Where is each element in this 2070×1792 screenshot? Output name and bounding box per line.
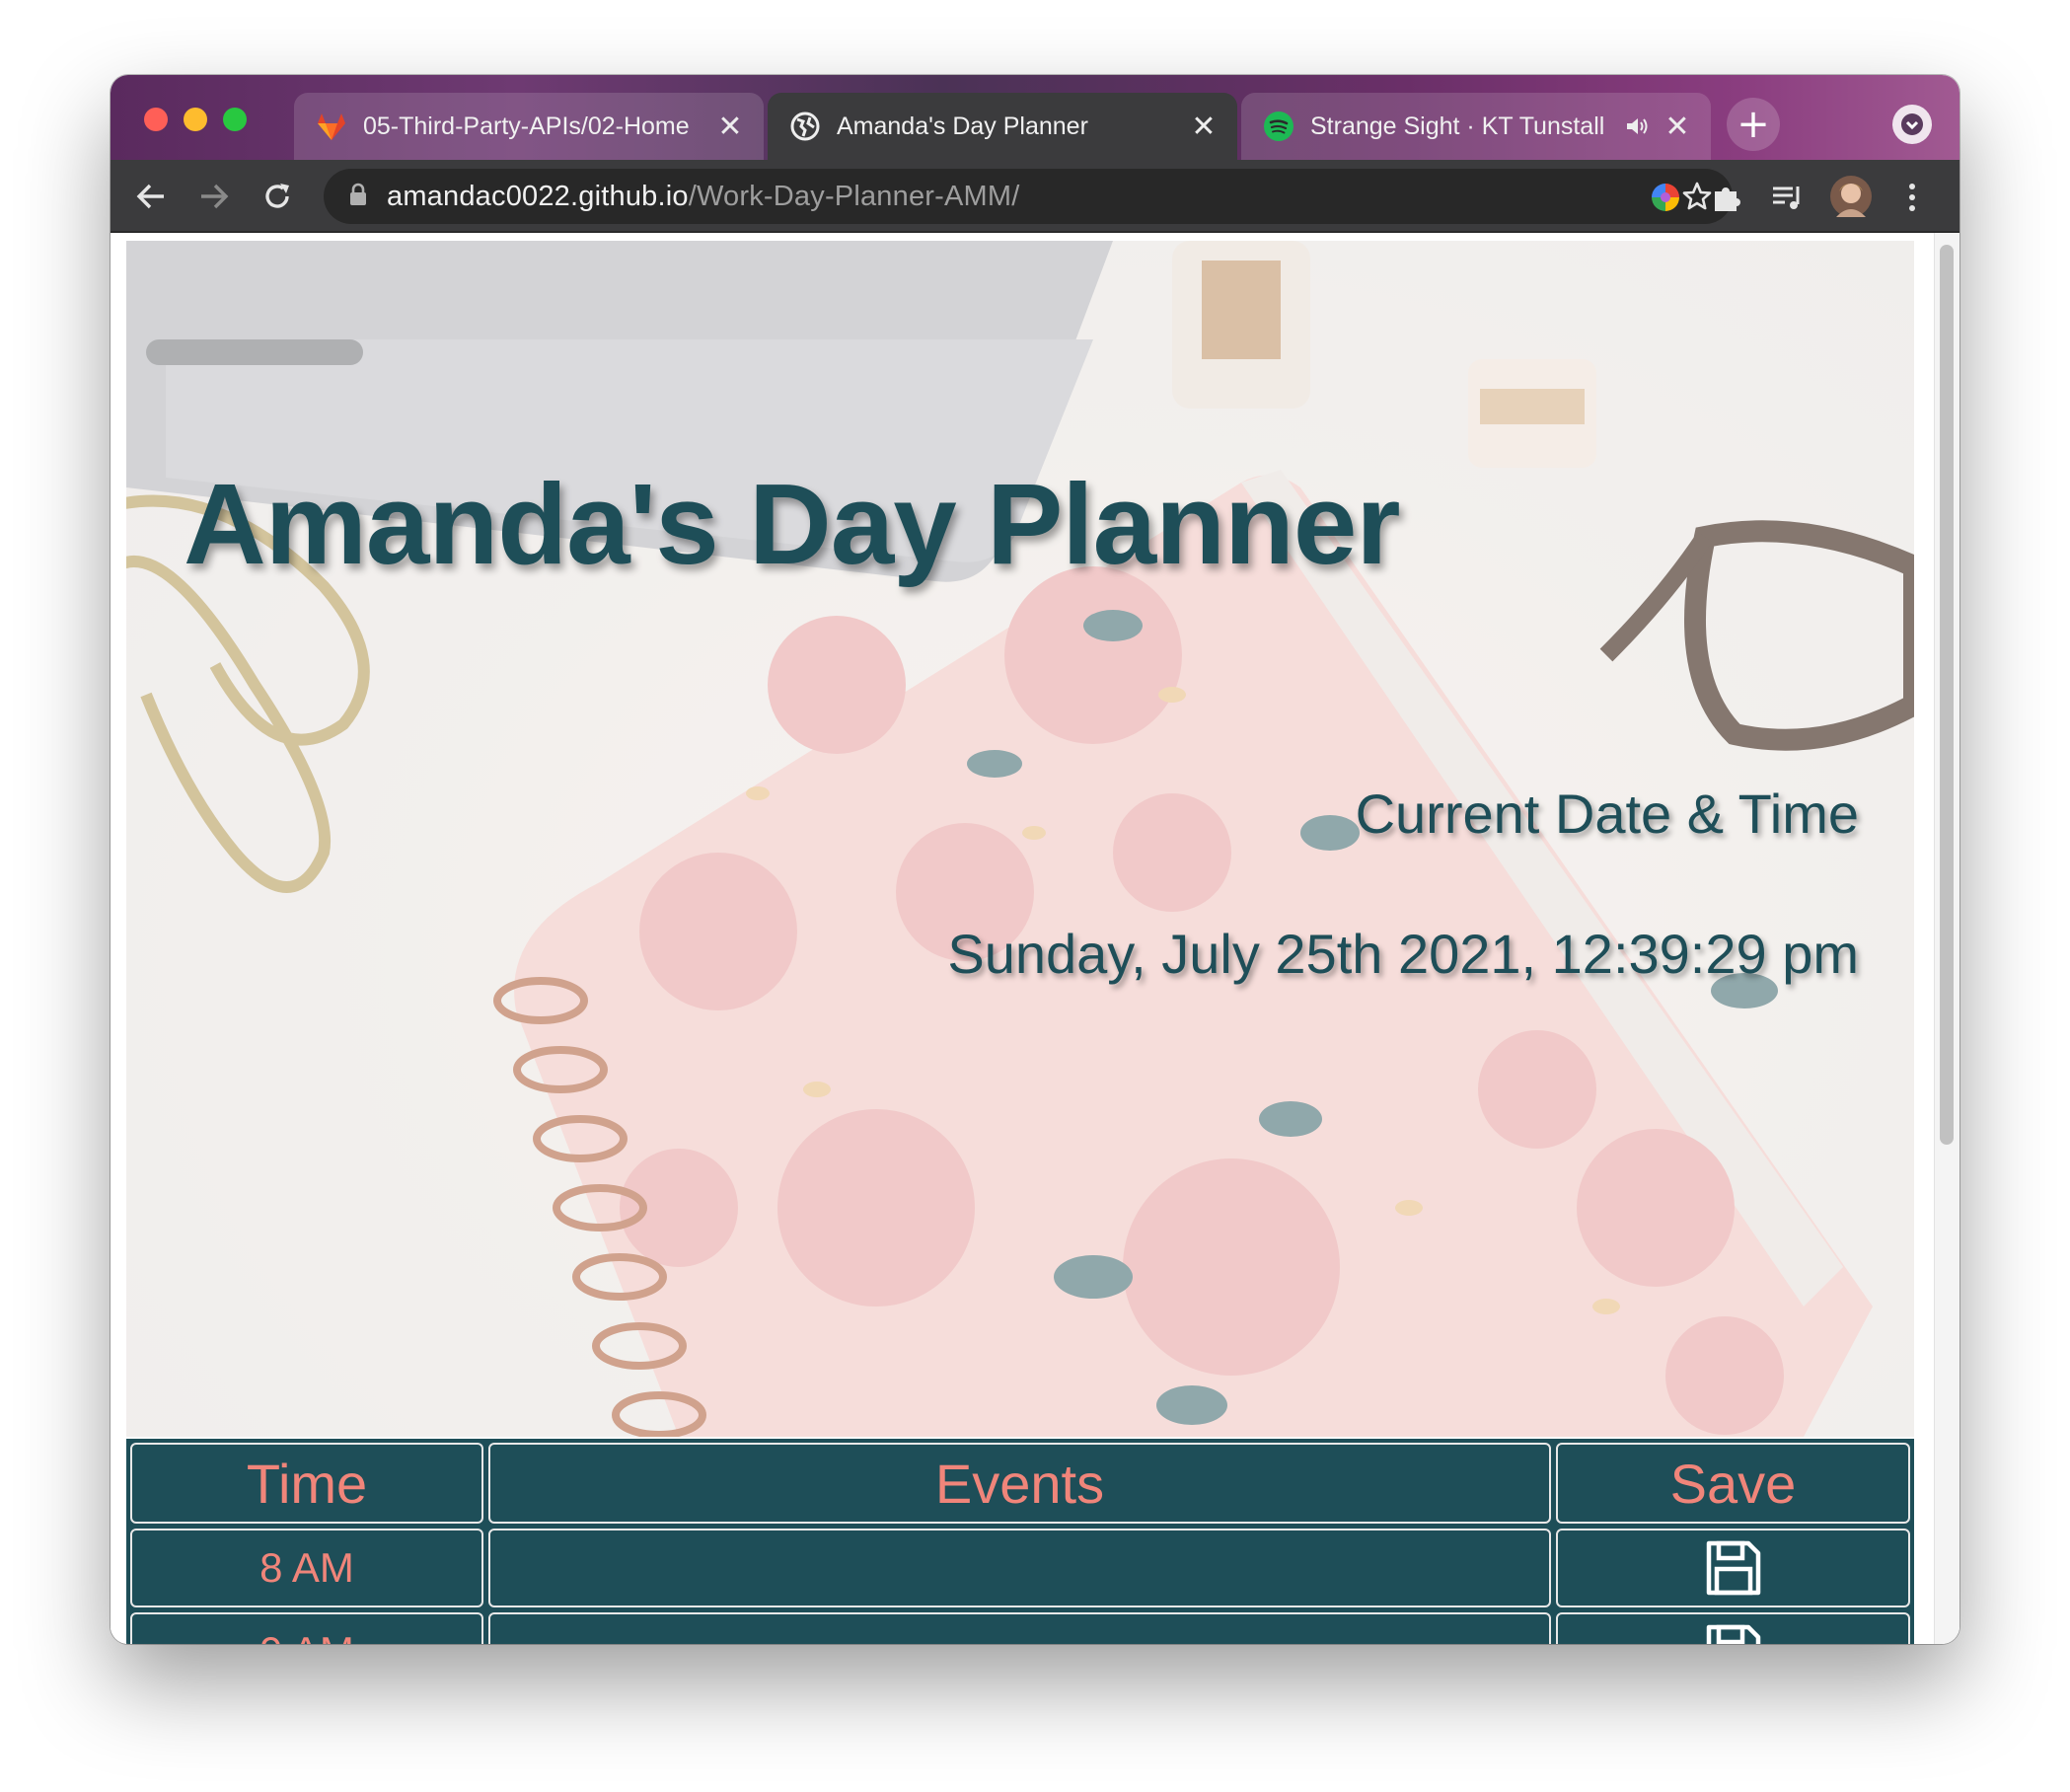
forward-button[interactable] xyxy=(191,174,237,219)
save-button[interactable] xyxy=(1556,1529,1910,1607)
page-title: Amanda's Day Planner xyxy=(184,460,1400,588)
save-button[interactable] xyxy=(1556,1612,1910,1644)
event-input[interactable] xyxy=(488,1529,1551,1607)
avatar[interactable] xyxy=(1829,175,1873,218)
hour-label: 9 AM xyxy=(130,1612,483,1644)
save-column-header: Save xyxy=(1556,1443,1910,1524)
reload-button[interactable] xyxy=(255,174,300,219)
current-datetime: Sunday, July 25th 2021, 12:39:29 pm xyxy=(947,923,1859,985)
back-button[interactable] xyxy=(128,174,174,219)
events-column-header: Events xyxy=(488,1443,1551,1524)
page-scrollbar[interactable] xyxy=(1934,233,1959,1644)
tab-spotify[interactable]: Strange Sight · KT Tunstall ✕ xyxy=(1241,93,1711,160)
event-input[interactable] xyxy=(488,1612,1551,1644)
close-tab-icon[interactable]: ✕ xyxy=(716,111,744,143)
globe-icon xyxy=(789,111,821,142)
planner-table: Time Events Save 8 AM 9 AM xyxy=(126,1439,1914,1644)
close-tab-icon[interactable]: ✕ xyxy=(1663,111,1691,143)
extensions-puzzle-icon[interactable] xyxy=(1709,180,1744,215)
scrollbar-thumb[interactable] xyxy=(1940,245,1954,1145)
page-viewport: Amanda's Day Planner Current Date & Time… xyxy=(111,233,1959,1644)
table-row: 8 AM xyxy=(130,1529,1910,1607)
url-text: amandac0022.github.io/Work-Day-Planner-A… xyxy=(387,180,1020,212)
tab-title: Amanda's Day Planner xyxy=(837,112,1088,140)
reload-icon xyxy=(265,184,289,208)
maximize-window-button[interactable] xyxy=(223,108,247,131)
current-date-label: Current Date & Time xyxy=(1355,783,1859,845)
media-queue-icon[interactable] xyxy=(1770,180,1806,215)
gitlab-icon xyxy=(316,111,347,142)
tab-title: Strange Sight · KT Tunstall xyxy=(1310,112,1605,140)
address-bar[interactable]: amandac0022.github.io/Work-Day-Planner-A… xyxy=(324,169,1733,224)
tab-search-button[interactable] xyxy=(1892,105,1932,144)
more-menu-icon[interactable] xyxy=(1894,180,1930,215)
forward-arrow-icon xyxy=(201,184,229,209)
lock-icon xyxy=(349,183,367,210)
browser-toolbar: amandac0022.github.io/Work-Day-Planner-A… xyxy=(111,160,1959,233)
hour-label: 8 AM xyxy=(130,1529,483,1607)
speaker-icon[interactable] xyxy=(1620,112,1654,140)
table-row: 9 AM xyxy=(130,1612,1910,1644)
spotify-icon xyxy=(1263,111,1294,142)
floppy-disk-icon xyxy=(1706,1624,1760,1644)
browser-window: 05-Third-Party-APIs/02-Home ✕ Amanda's D… xyxy=(111,75,1959,1644)
time-column-header: Time xyxy=(130,1443,483,1524)
color-wheel-extension-icon[interactable] xyxy=(1648,180,1683,215)
floppy-disk-icon xyxy=(1706,1540,1760,1596)
new-tab-button[interactable]: + xyxy=(1727,98,1780,151)
back-arrow-icon xyxy=(136,184,164,209)
close-tab-icon[interactable]: ✕ xyxy=(1190,111,1218,143)
tab-strip: 05-Third-Party-APIs/02-Home ✕ Amanda's D… xyxy=(111,75,1959,160)
chevron-down-icon xyxy=(1901,113,1923,135)
tab-day-planner[interactable]: Amanda's Day Planner ✕ xyxy=(768,93,1237,160)
minimize-window-button[interactable] xyxy=(184,108,207,131)
planner-header-row: Time Events Save xyxy=(130,1443,1910,1524)
hero-banner: Amanda's Day Planner Current Date & Time… xyxy=(126,241,1914,1437)
close-window-button[interactable] xyxy=(144,108,168,131)
tab-title: 05-Third-Party-APIs/02-Home xyxy=(363,112,690,140)
tab-gitlab[interactable]: 05-Third-Party-APIs/02-Home ✕ xyxy=(294,93,764,160)
